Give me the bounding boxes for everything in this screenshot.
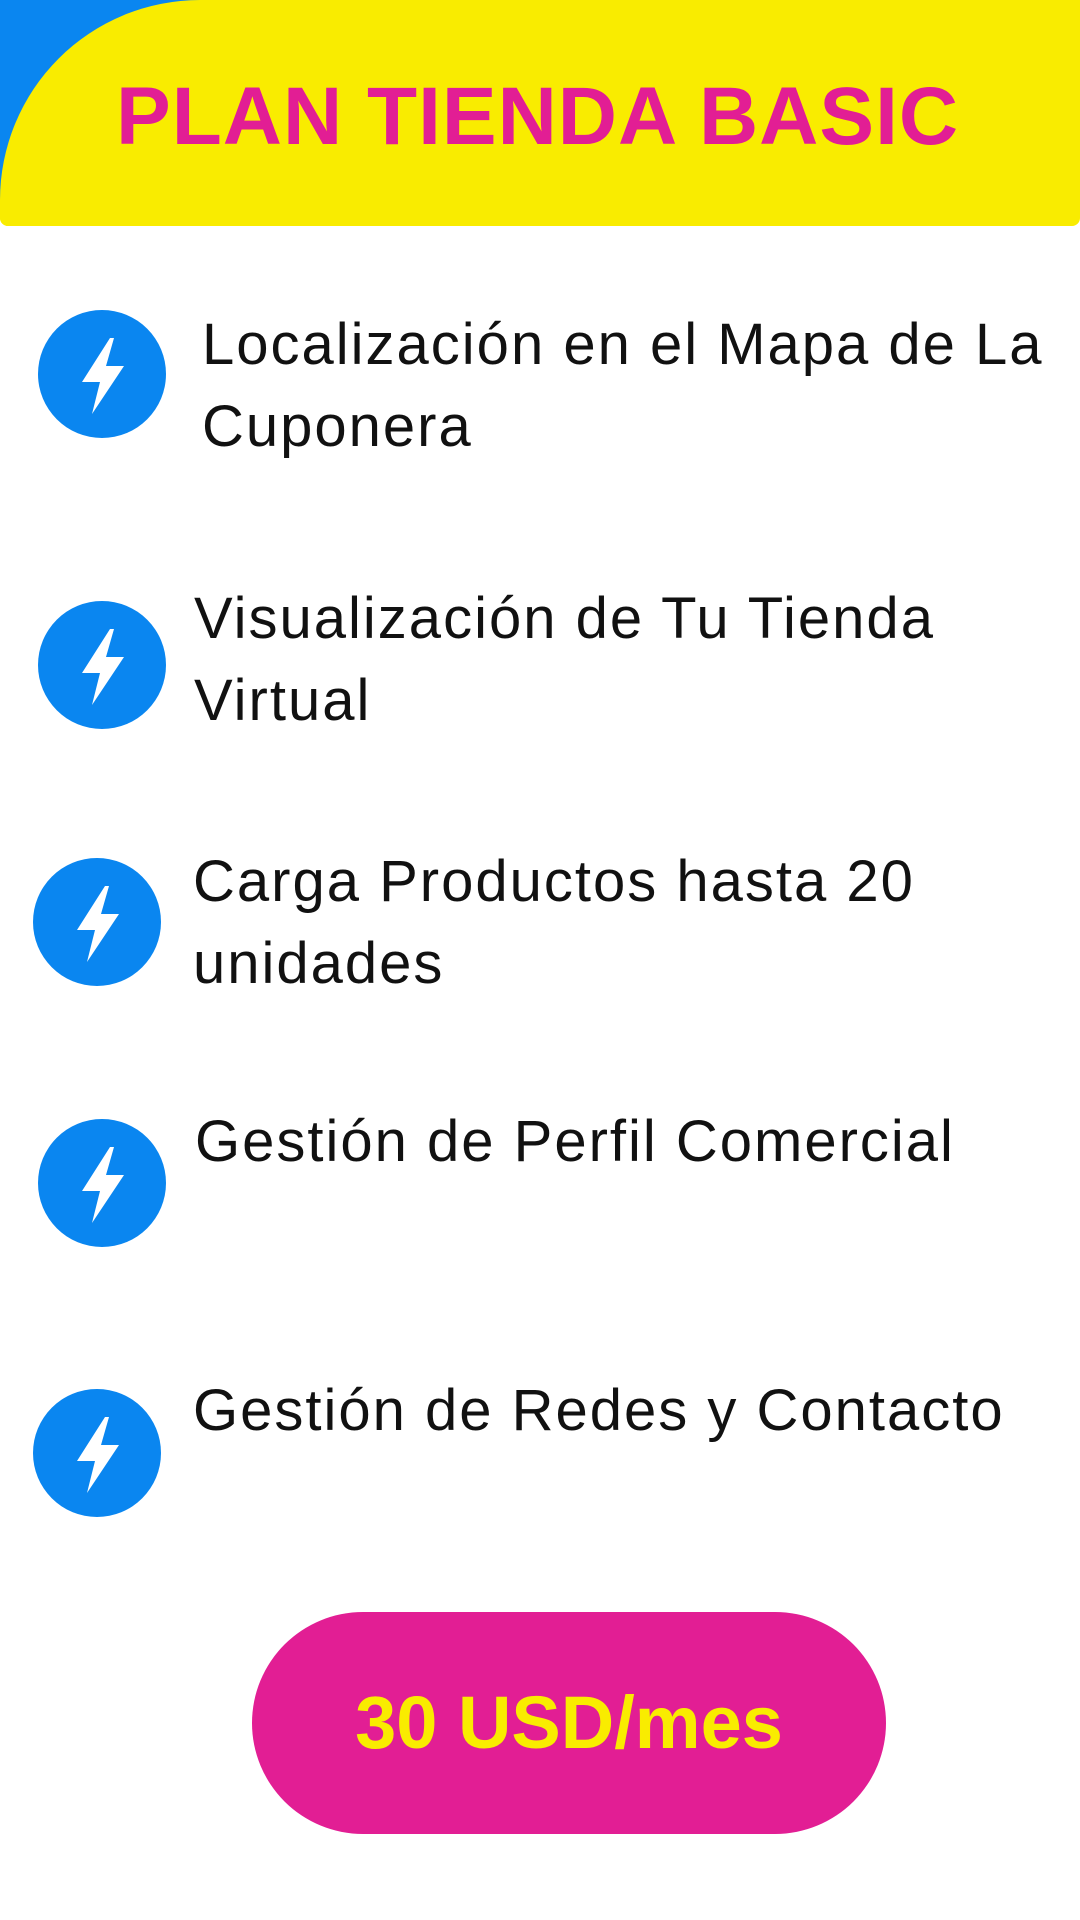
lightning-bolt-icon [33,858,161,986]
feature-list: Localización en el Mapa de La Cuponera V… [0,0,1080,1560]
feature-text: Visualización de Tu Tienda Virtual [194,586,935,733]
feature-text: Gestión de Redes y Contacto [193,1378,1005,1443]
lightning-bolt-icon [38,1119,166,1247]
price-label: 30 USD/mes [355,1681,783,1764]
lightning-bolt-icon [38,310,166,438]
feature-text: Localización en el Mapa de La Cuponera [202,312,1044,459]
lightning-bolt-icon [33,1389,161,1517]
lightning-bolt-icon [38,601,166,729]
feature-text: Gestión de Perfil Comercial [195,1109,955,1174]
feature-text: Carga Productos hasta 20 unidades [193,849,915,996]
price-button[interactable]: 30 USD/mes [252,1612,886,1834]
